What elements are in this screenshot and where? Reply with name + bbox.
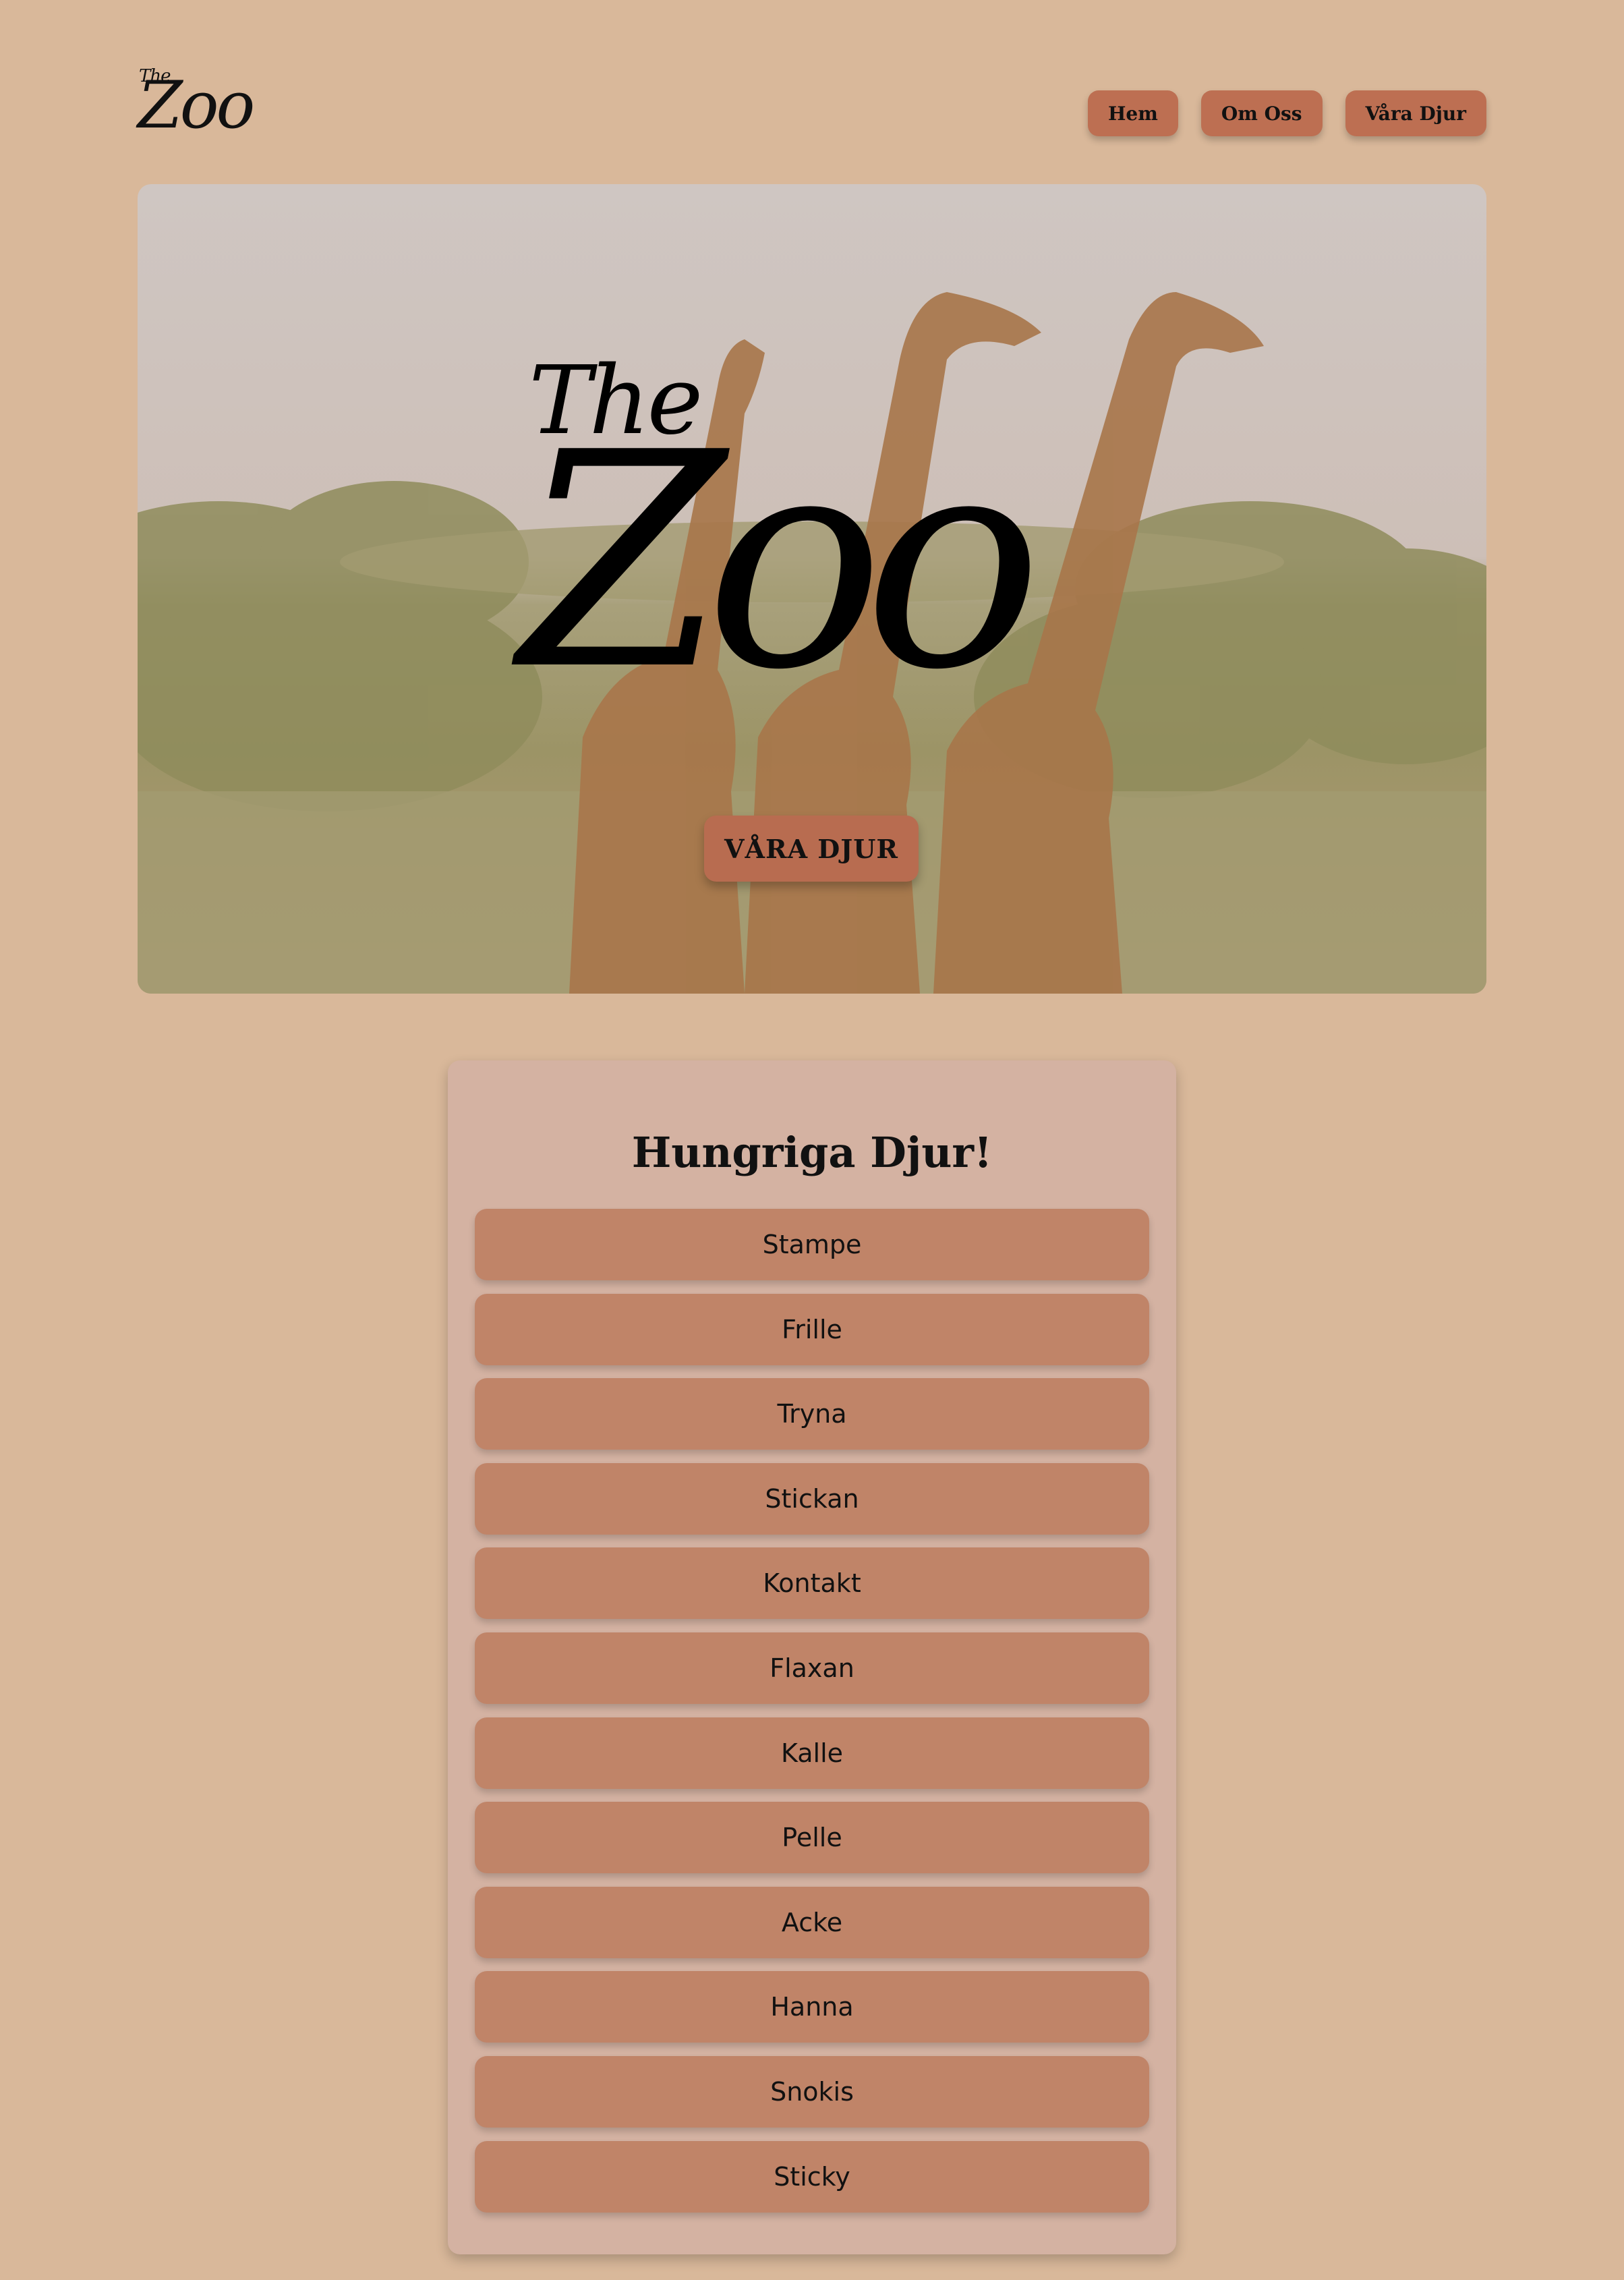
- site-header: The Zoo Hem Om Oss Våra Djur: [0, 0, 1624, 175]
- nav-button-om-oss[interactable]: Om Oss: [1200, 90, 1323, 136]
- animal-button-kontakt[interactable]: Kontakt: [475, 1547, 1149, 1620]
- animal-button-stampe[interactable]: Stampe: [475, 1209, 1149, 1280]
- animal-button-sticky[interactable]: Sticky: [475, 2140, 1149, 2213]
- animal-button-stickan[interactable]: Stickan: [475, 1462, 1149, 1535]
- site-logo[interactable]: The Zoo: [138, 62, 255, 150]
- animal-button-frille[interactable]: Frille: [475, 1293, 1149, 1365]
- nav-button-vara-djur[interactable]: Våra Djur: [1345, 90, 1486, 136]
- nav-button-hem[interactable]: Hem: [1087, 90, 1178, 136]
- hero-vara-djur-button[interactable]: VÅRA DJUR: [704, 816, 919, 882]
- animal-button-hanna[interactable]: Hanna: [475, 1971, 1149, 2043]
- hungry-animals-title: Hungriga Djur!: [631, 1128, 993, 1177]
- hungry-animals-list: Stampe Frille Tryna Stickan Kontakt Flax…: [475, 1209, 1149, 2225]
- animal-button-pelle[interactable]: Pelle: [475, 1802, 1149, 1874]
- animal-button-tryna[interactable]: Tryna: [475, 1378, 1149, 1450]
- logo-zoo-text: Zoo: [138, 67, 255, 143]
- animal-button-snokis[interactable]: Snokis: [475, 2055, 1149, 2128]
- main-nav: Hem Om Oss Våra Djur: [1087, 90, 1486, 136]
- hero-title-zoo: Zoo: [519, 389, 1043, 735]
- hungry-animals-card: Hungriga Djur! Stampe Frille Tryna Stick…: [448, 1060, 1176, 2254]
- animal-button-flaxan[interactable]: Flaxan: [475, 1632, 1149, 1704]
- hero-title: The Zoo: [515, 346, 1190, 764]
- hero-banner: The Zoo VÅRA DJUR: [138, 184, 1486, 994]
- animal-button-kalle[interactable]: Kalle: [475, 1717, 1149, 1789]
- animal-button-acke[interactable]: Acke: [475, 1886, 1149, 1958]
